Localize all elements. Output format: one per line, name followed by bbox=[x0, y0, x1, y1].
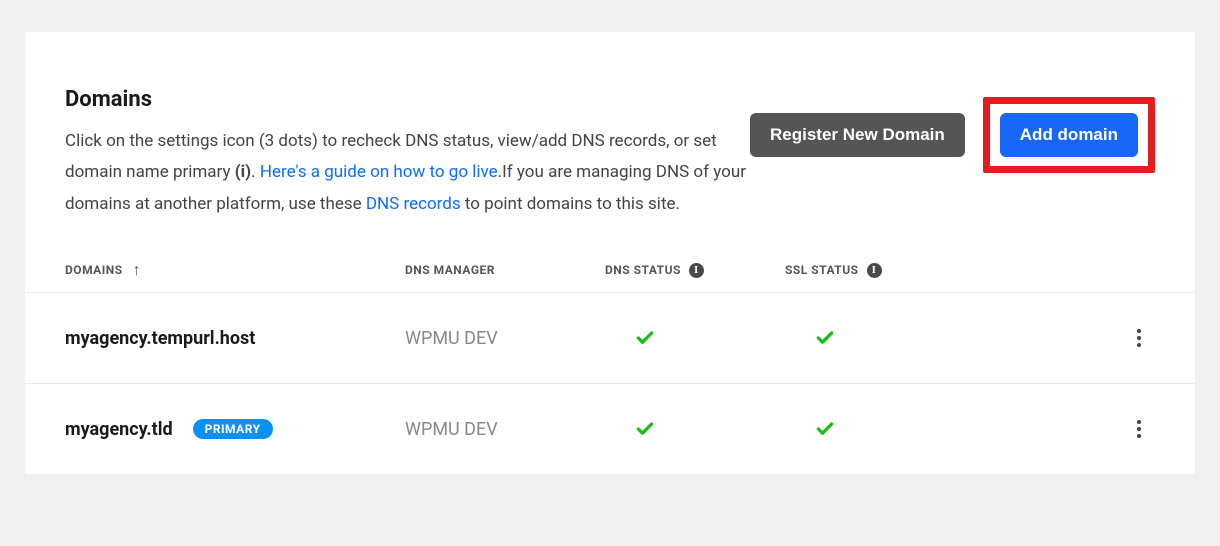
header-buttons: Register New Domain Add domain bbox=[750, 97, 1155, 173]
guide-link[interactable]: Here's a guide on how to go live bbox=[260, 162, 498, 182]
actions-cell bbox=[965, 412, 1155, 446]
page-title: Domains bbox=[65, 87, 750, 112]
domains-card: Domains Click on the settings icon (3 do… bbox=[25, 32, 1195, 474]
dots-menu-icon[interactable] bbox=[1133, 321, 1145, 355]
domain-name: myagency.tld bbox=[65, 419, 173, 440]
primary-badge: PRIMARY bbox=[193, 419, 273, 439]
column-header-domains-label: DOMAINS bbox=[65, 263, 123, 277]
ssl-status-cell bbox=[785, 419, 965, 439]
dns-status-cell bbox=[605, 328, 785, 348]
column-header-domains[interactable]: DOMAINS ↑ bbox=[65, 262, 405, 278]
column-header-dns-status-label: DNS STATUS bbox=[605, 263, 681, 277]
check-icon bbox=[815, 328, 835, 348]
dns-status-cell bbox=[605, 419, 785, 439]
actions-cell bbox=[965, 321, 1155, 355]
add-domain-button[interactable]: Add domain bbox=[1000, 113, 1138, 157]
page-description: Click on the settings icon (3 dots) to r… bbox=[65, 126, 750, 220]
ssl-status-cell bbox=[785, 328, 965, 348]
table-row: myagency.tld PRIMARY WPMU DEV bbox=[25, 383, 1195, 474]
description-bold-i: (i) bbox=[235, 162, 251, 182]
check-icon bbox=[635, 328, 655, 348]
domain-name: myagency.tempurl.host bbox=[65, 328, 255, 349]
domain-cell: myagency.tld PRIMARY bbox=[65, 419, 405, 440]
dns-manager-cell: WPMU DEV bbox=[405, 328, 605, 349]
register-new-domain-button[interactable]: Register New Domain bbox=[750, 113, 965, 157]
sort-arrow-up-icon: ↑ bbox=[133, 262, 142, 278]
dots-menu-icon[interactable] bbox=[1133, 412, 1145, 446]
description-text-4: to point domains to this site. bbox=[461, 194, 680, 214]
dns-records-link[interactable]: DNS records bbox=[366, 194, 461, 214]
column-header-dns-status: DNS STATUS i bbox=[605, 263, 785, 278]
info-icon[interactable]: i bbox=[867, 263, 882, 278]
domain-cell: myagency.tempurl.host bbox=[65, 328, 405, 349]
column-header-dns-manager: DNS MANAGER bbox=[405, 263, 605, 277]
card-header: Domains Click on the settings icon (3 do… bbox=[25, 87, 1195, 248]
info-icon[interactable]: i bbox=[689, 263, 704, 278]
check-icon bbox=[635, 419, 655, 439]
check-icon bbox=[815, 419, 835, 439]
dns-manager-cell: WPMU DEV bbox=[405, 419, 605, 440]
add-domain-highlight: Add domain bbox=[983, 97, 1155, 173]
header-text-block: Domains Click on the settings icon (3 do… bbox=[65, 87, 750, 220]
column-header-ssl-status: SSL STATUS i bbox=[785, 263, 965, 278]
table-row: myagency.tempurl.host WPMU DEV bbox=[25, 292, 1195, 383]
column-header-ssl-status-label: SSL STATUS bbox=[785, 263, 859, 277]
table-header: DOMAINS ↑ DNS MANAGER DNS STATUS i SSL S… bbox=[25, 248, 1195, 292]
description-text-2: . bbox=[251, 162, 260, 182]
